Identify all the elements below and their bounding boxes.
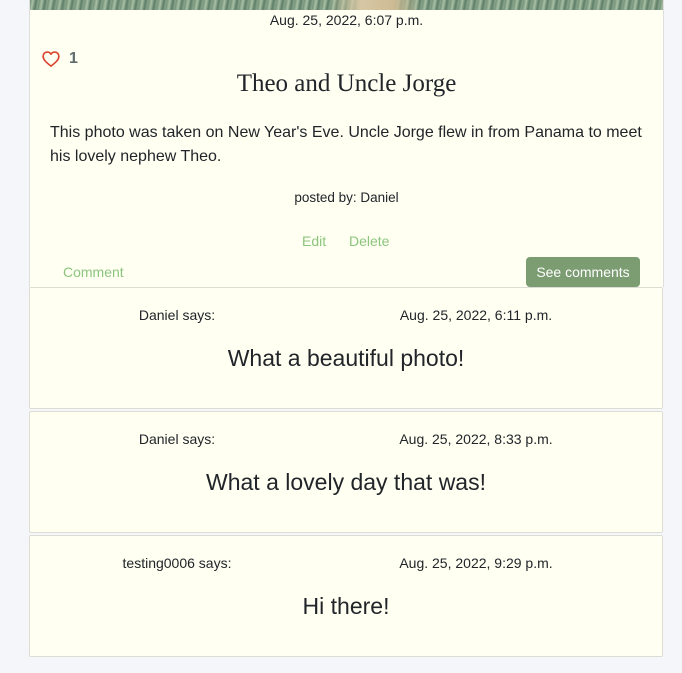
post-photo[interactable] (30, 0, 663, 10)
heart-icon[interactable] (42, 51, 60, 67)
comments-list: Daniel says: Aug. 25, 2022, 6:11 p.m. Wh… (29, 287, 663, 659)
like-control: 1 (42, 50, 78, 68)
posted-by: posted by: Daniel (294, 190, 399, 205)
see-comments-button[interactable]: See comments (526, 257, 640, 287)
comment-date: Aug. 25, 2022, 6:11 p.m. (399, 307, 553, 323)
photo-detail (330, 0, 420, 10)
post-date: Aug. 25, 2022, 6:07 p.m. (269, 12, 424, 28)
comment-card: testing0006 says: Aug. 25, 2022, 9:29 p.… (29, 535, 663, 657)
post-description: This photo was taken on New Year's Eve. … (50, 124, 642, 165)
comment-text: What a beautiful photo! (227, 345, 465, 371)
comment-author: Daniel says: (138, 431, 216, 447)
delete-link[interactable]: Delete (349, 233, 389, 249)
edit-link[interactable]: Edit (302, 233, 326, 249)
comment-date: Aug. 25, 2022, 8:33 p.m. (399, 431, 553, 447)
comment-text: Hi there! (302, 593, 390, 619)
comment-card: Daniel says: Aug. 25, 2022, 6:11 p.m. Wh… (29, 287, 663, 409)
comment-author: testing0006 says: (122, 555, 232, 571)
comment-card: Daniel says: Aug. 25, 2022, 8:33 p.m. Wh… (29, 411, 663, 533)
like-count: 1 (69, 50, 78, 67)
comment-date: Aug. 25, 2022, 9:29 p.m. (399, 555, 553, 571)
comment-link[interactable]: Comment (63, 264, 124, 280)
post-title: Theo and Uncle Jorge (236, 70, 457, 97)
comment-author: Daniel says: (138, 307, 216, 323)
post-card: Aug. 25, 2022, 6:07 p.m. 1 Theo and Uncl… (29, 0, 664, 287)
comment-text: What a lovely day that was! (206, 469, 486, 495)
